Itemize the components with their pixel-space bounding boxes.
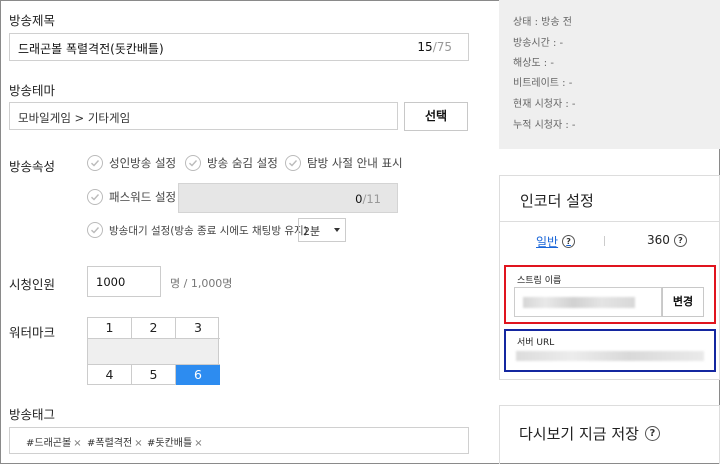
server-url-label: 서버 URL: [517, 338, 555, 348]
help-icon[interactable]: ?: [644, 426, 660, 441]
waiting-time-select[interactable]: 2분: [298, 218, 346, 242]
theme-label: 방송테마: [9, 83, 56, 98]
status-bitrate: 비트레이트 : -: [513, 78, 573, 89]
status-panel: 상태 : 방송 전 방송시간 : - 해상도 : - 비트레이트 : - 현재 …: [499, 0, 720, 149]
viewers-value: 1000: [96, 275, 126, 289]
status-state: 상태 : 방송 전: [513, 17, 572, 28]
theme-select-button[interactable]: 선택: [404, 102, 468, 131]
tag-item: #드래곤볼 ×: [26, 438, 82, 449]
title-label: 방송제목: [9, 13, 56, 28]
viewers-max: 명 / 1,000명: [170, 277, 233, 290]
watermark-preview: [88, 339, 218, 364]
tab-360[interactable]: 360 ?: [647, 233, 687, 247]
title-char-count: 15/75: [417, 40, 452, 54]
broadcast-settings-form: 방송제목 드래곤볼 폭렬격전(돗칸배틀) 15/75 방송테마 모바일게임 > …: [0, 0, 480, 464]
theme-field: 모바일게임 > 기타게임: [9, 102, 398, 130]
watermark-label: 워터마크: [9, 325, 56, 340]
watermark-cell-6[interactable]: 6: [176, 364, 220, 385]
hidden-label: 방송 숨김 설정: [207, 156, 278, 170]
tab-normal-label: 일반: [536, 235, 559, 249]
tab-normal[interactable]: 일반 ?: [536, 233, 576, 250]
stream-name-section: 스트림 이름 변경: [504, 265, 716, 324]
replay-save-label: 다시보기 지금 저장: [519, 425, 639, 443]
close-icon[interactable]: ×: [134, 438, 142, 449]
change-stream-button[interactable]: 변경: [662, 287, 704, 317]
title-value: 드래곤볼 폭렬격전(돗칸배틀): [18, 42, 164, 56]
help-icon[interactable]: ?: [562, 235, 576, 248]
viewers-input[interactable]: 1000: [87, 266, 161, 297]
replay-save-title: 다시보기 지금 저장 ?: [519, 423, 660, 444]
watermark-cell-2[interactable]: 2: [132, 318, 176, 339]
adult-checkbox[interactable]: 성인방송 설정: [87, 155, 176, 171]
close-icon[interactable]: ×: [194, 438, 202, 449]
notice-checkbox[interactable]: 탐방 사절 안내 표시: [285, 155, 403, 171]
right-sidebar: 상태 : 방송 전 방송시간 : - 해상도 : - 비트레이트 : - 현재 …: [499, 0, 720, 464]
waiting-checkbox[interactable]: 방송대기 설정(방송 종료 시에도 채팅방 유지): [87, 222, 308, 238]
password-checkbox[interactable]: 패스워드 설정: [87, 189, 176, 205]
tag-item: #돗칸배틀 ×: [147, 438, 203, 449]
check-icon: [87, 189, 103, 205]
server-url-section: 서버 URL: [504, 329, 716, 372]
status-time: 방송시간 : -: [513, 38, 564, 49]
tab-separator: [604, 236, 605, 246]
password-input[interactable]: 0/11: [178, 183, 398, 213]
stream-name-input[interactable]: [514, 287, 662, 317]
help-icon[interactable]: ?: [673, 233, 687, 247]
blurred-server-url: [516, 351, 704, 361]
close-icon[interactable]: ×: [73, 438, 81, 449]
check-icon: [87, 222, 103, 238]
theme-value: 모바일게임 > 기타게임: [18, 111, 131, 125]
divider: [500, 221, 719, 222]
check-icon: [185, 155, 201, 171]
watermark-cell-5[interactable]: 5: [132, 364, 176, 385]
attr-label: 방송속성: [9, 159, 56, 174]
adult-label: 성인방송 설정: [109, 156, 177, 170]
status-resolution: 해상도 : -: [513, 58, 554, 69]
watermark-cell-3[interactable]: 3: [176, 318, 220, 339]
status-current-viewers: 현재 시청자 : -: [513, 99, 576, 110]
blurred-stream-key: [523, 297, 635, 308]
tags-label: 방송태그: [9, 407, 56, 422]
hidden-checkbox[interactable]: 방송 숨김 설정: [185, 155, 278, 171]
watermark-cell-4[interactable]: 4: [88, 364, 132, 385]
waiting-label: 방송대기 설정(방송 종료 시에도 채팅방 유지): [109, 224, 308, 237]
waiting-time-value: 2분: [303, 225, 321, 238]
status-total-viewers: 누적 시청자 : -: [513, 120, 576, 131]
chevron-down-icon: [334, 228, 340, 232]
stream-name-label: 스트림 이름: [517, 276, 562, 286]
title-input[interactable]: 드래곤볼 폭렬격전(돗칸배틀) 15/75: [9, 33, 469, 61]
check-icon: [285, 155, 301, 171]
watermark-grid: 1 2 3 4 5 6: [87, 317, 220, 385]
replay-save-panel: 다시보기 지금 저장 ?: [499, 405, 720, 464]
tab-360-label: 360: [647, 233, 670, 247]
tags-input[interactable]: #드래곤볼 × #폭렬격전 × #돗칸배틀 ×: [9, 427, 469, 454]
tag-item: #폭렬격전 ×: [87, 438, 143, 449]
password-char-count: 0/11: [355, 192, 381, 206]
notice-label: 탐방 사절 안내 표시: [307, 156, 403, 170]
password-label: 패스워드 설정: [109, 190, 177, 204]
encoder-title: 인코더 설정: [520, 192, 594, 210]
check-icon: [87, 155, 103, 171]
viewers-label: 시청인원: [9, 277, 56, 292]
encoder-settings-panel: 인코더 설정 일반 ? 360 ? 스트림 이름 변경 서버 URL: [499, 175, 720, 380]
watermark-cell-1[interactable]: 1: [88, 318, 132, 339]
